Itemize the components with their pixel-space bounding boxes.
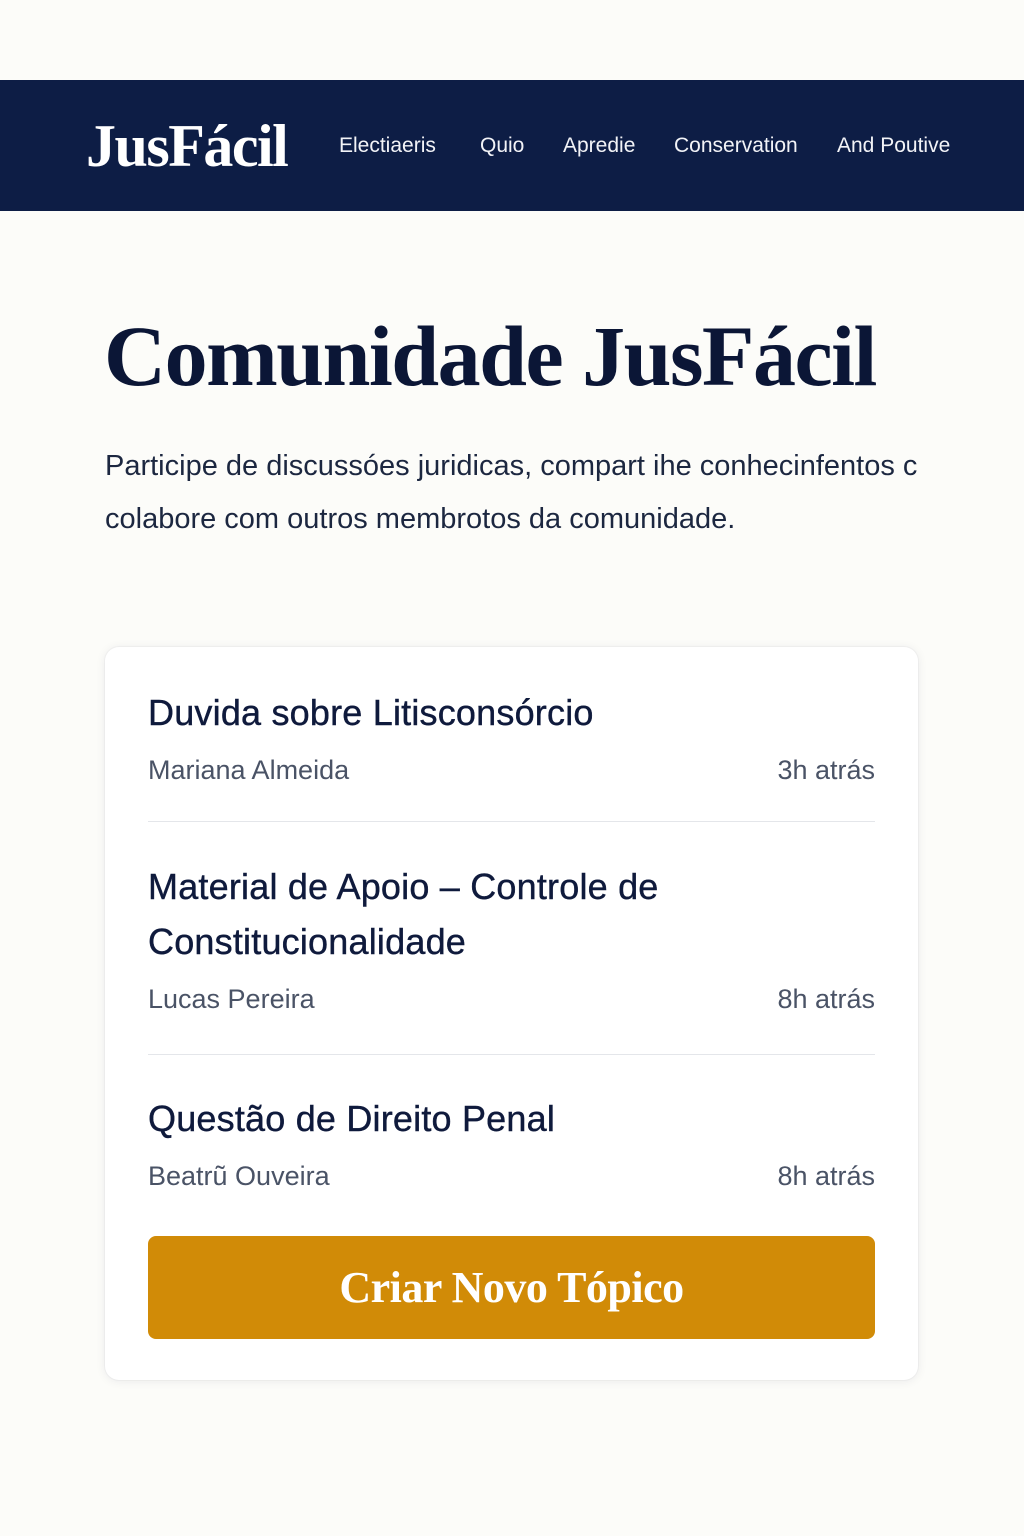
topic-divider (148, 821, 875, 822)
topic-title[interactable]: Duvida sobre Litisconsórcio (148, 685, 875, 740)
topic-title[interactable]: Material de Apoio – Controle de Constitu… (148, 859, 875, 969)
topic-item[interactable]: Duvida sobre Litisconsórcio Mariana Alme… (148, 685, 875, 790)
topic-timestamp: 3h atrás (777, 755, 875, 785)
topic-timestamp: 8h atrás (777, 1161, 875, 1191)
main-nav: Electiaeris Quio Apredie Conservation An… (0, 80, 1024, 211)
topic-title[interactable]: Questão de Direito Penal (148, 1091, 875, 1146)
topic-item[interactable]: Questão de Direito Penal Beatrũ Ouveira … (148, 1091, 875, 1196)
topic-meta: Mariana Almeida 3h atrás (148, 750, 875, 790)
topic-author: Lucas Pereira (148, 984, 315, 1014)
nav-link-quio[interactable]: Quio (480, 132, 524, 160)
topics-card: Duvida sobre Litisconsórcio Mariana Alme… (105, 647, 918, 1380)
nav-link-and-poutive[interactable]: And Poutive (837, 132, 950, 160)
topic-meta: Lucas Pereira 8h atrás (148, 979, 875, 1019)
create-topic-button[interactable]: Criar Novo Tópico (148, 1236, 875, 1339)
topic-divider (148, 1054, 875, 1055)
top-navbar: JusFácil Electiaeris Quio Apredie Conser… (0, 80, 1024, 211)
nav-link-apredie[interactable]: Apredie (563, 132, 635, 160)
nav-link-electiaeris[interactable]: Electiaeris (339, 132, 436, 160)
topic-meta: Beatrũ Ouveira 8h atrás (148, 1156, 875, 1196)
topic-author: Mariana Almeida (148, 755, 350, 785)
topic-timestamp: 8h atrás (777, 984, 875, 1014)
topic-item[interactable]: Material de Apoio – Controle de Constitu… (148, 859, 875, 1019)
topic-author: Beatrũ Ouveira (148, 1161, 330, 1191)
page-title: Comunidade JusFácil (104, 308, 877, 404)
intro-text: Participe de discussóes juridicas, compa… (105, 450, 918, 535)
nav-link-conservation[interactable]: Conservation (674, 132, 798, 160)
